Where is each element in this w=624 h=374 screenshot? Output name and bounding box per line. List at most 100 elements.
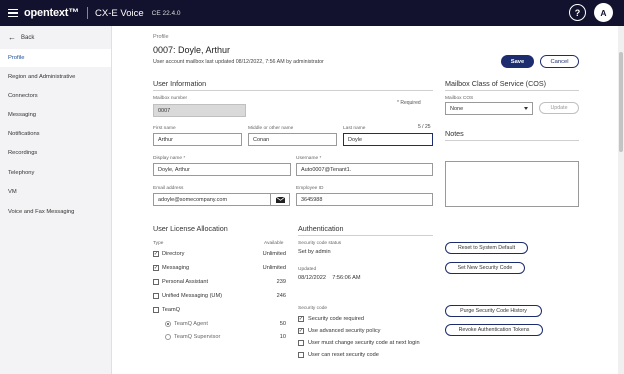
- notes-heading: Notes: [445, 129, 464, 138]
- license-type-header: Type: [153, 241, 164, 246]
- cos-selected-value: None: [450, 105, 464, 112]
- license-available-header: Available: [264, 241, 284, 246]
- last-name-label: Last name: [343, 126, 366, 131]
- dropdown-caret-icon: [524, 107, 528, 110]
- email-label: Email address: [153, 186, 184, 191]
- license-label-directory: Directory: [162, 251, 185, 257]
- purge-history-button[interactable]: Purge Security Code History: [445, 305, 542, 317]
- back-arrow-icon: ←: [8, 33, 16, 42]
- security-status-value: Set by admin: [298, 249, 331, 255]
- first-name-field[interactable]: Arthur: [153, 133, 242, 146]
- sidebar-item-messaging[interactable]: Messaging: [0, 106, 111, 124]
- help-icon[interactable]: ?: [569, 4, 586, 21]
- back-label: Back: [21, 34, 35, 41]
- display-name-field[interactable]: Doyle, Arthur: [153, 163, 291, 176]
- updated-value: 08/12/2022 7:56:06 AM: [298, 275, 361, 281]
- user-reset-code-checkbox[interactable]: [298, 352, 304, 358]
- license-available-personal-assistant: 239: [276, 279, 286, 285]
- page-scrollbar[interactable]: [618, 26, 624, 374]
- sidebar-item-region-admin[interactable]: Region and Administrative: [0, 68, 111, 86]
- security-status-label: Security code status: [298, 241, 342, 246]
- reset-default-button[interactable]: Reset to System Default: [445, 242, 528, 254]
- security-code-required-checkbox[interactable]: ✓: [298, 316, 304, 322]
- display-name-label: Display name *: [153, 156, 186, 161]
- envelope-icon: [275, 196, 285, 203]
- teamq-agent-label: TeamQ Agent: [174, 321, 208, 327]
- section-divider: [153, 90, 433, 91]
- sidebar: ← Back Profile Region and Administrative…: [0, 26, 112, 374]
- security-code-label: Security code: [298, 306, 328, 311]
- first-name-label: First name: [153, 126, 176, 131]
- sidebar-item-recordings[interactable]: Recordings: [0, 144, 111, 162]
- teamq-supervisor-label: TeamQ Supervisor: [174, 334, 221, 340]
- sidebar-item-profile[interactable]: Profile: [0, 49, 111, 67]
- cancel-button[interactable]: Cancel: [540, 55, 579, 68]
- sidebar-item-telephony[interactable]: Telephony: [0, 164, 111, 182]
- license-checkbox-messaging[interactable]: ✓: [153, 265, 159, 271]
- main-content: Profile 0007: Doyle, Arthur User account…: [112, 26, 618, 374]
- license-available-messaging: Unlimited: [262, 265, 286, 271]
- license-checkbox-personal-assistant[interactable]: [153, 279, 159, 285]
- page-subtitle: User account mailbox last updated 08/12/…: [153, 59, 324, 65]
- save-button[interactable]: Save: [501, 55, 534, 68]
- teamq-supervisor-radio[interactable]: [165, 334, 171, 340]
- send-email-button[interactable]: [270, 193, 290, 206]
- section-divider: [298, 235, 433, 236]
- license-label-personal-assistant: Personal Assistant: [162, 279, 209, 285]
- username-label: Username *: [296, 156, 322, 161]
- app-header: opentext™ CX-E Voice CE 22.4.0 ? A: [0, 0, 624, 26]
- advanced-policy-label: Use advanced security policy: [308, 328, 381, 334]
- revoke-tokens-button[interactable]: Revoke Authentication Tokens: [445, 324, 543, 336]
- license-label-teamq: TeamQ: [162, 307, 181, 313]
- cos-heading: Mailbox Class of Service (COS): [445, 79, 547, 88]
- back-link[interactable]: ← Back: [8, 33, 34, 42]
- notes-textarea[interactable]: [445, 161, 579, 207]
- product-version: CE 22.4.0: [151, 9, 181, 17]
- update-cos-button[interactable]: Update: [539, 102, 579, 114]
- change-code-next-login-checkbox[interactable]: [298, 340, 304, 346]
- set-new-code-button[interactable]: Set New Security Code: [445, 262, 525, 274]
- security-code-required-label: Security code required: [308, 316, 364, 322]
- brand-logo: opentext™: [24, 7, 80, 19]
- advanced-policy-checkbox[interactable]: ✓: [298, 328, 304, 334]
- required-note: * Required: [397, 100, 421, 106]
- employee-id-field[interactable]: 3645988: [296, 193, 433, 206]
- license-checkbox-unified-messaging[interactable]: [153, 293, 159, 299]
- license-checkbox-directory[interactable]: ✓: [153, 251, 159, 257]
- username-field[interactable]: Auto0007@Tenant1.: [296, 163, 433, 176]
- change-code-next-login-label: User must change security code at next l…: [308, 340, 420, 346]
- license-label-messaging: Messaging: [162, 265, 190, 271]
- updated-label: Updated: [298, 267, 317, 272]
- user-info-heading: User Information: [153, 79, 207, 88]
- auth-heading: Authentication: [298, 224, 344, 233]
- sidebar-item-connectors[interactable]: Connectors: [0, 87, 111, 105]
- scrollbar-thumb[interactable]: [619, 52, 623, 152]
- product-name: CX-E Voice: [95, 7, 144, 19]
- teamq-agent-radio[interactable]: [165, 321, 171, 327]
- license-available-directory: Unlimited: [262, 251, 286, 257]
- sidebar-item-voice-fax[interactable]: Voice and Fax Messaging: [0, 203, 111, 221]
- hamburger-menu-icon[interactable]: [8, 8, 18, 18]
- teamq-agent-available: 50: [279, 321, 286, 327]
- license-heading: User License Allocation: [153, 224, 228, 233]
- sidebar-item-vm[interactable]: VM: [0, 183, 111, 201]
- middle-name-field[interactable]: Conan: [248, 133, 337, 146]
- cos-select[interactable]: None: [445, 102, 533, 115]
- breadcrumb[interactable]: Profile: [153, 34, 169, 40]
- employee-id-label: Employee ID: [296, 186, 324, 191]
- last-name-counter: 5 / 25: [418, 124, 431, 130]
- teamq-supervisor-available: 10: [279, 334, 286, 340]
- license-checkbox-teamq[interactable]: [153, 307, 159, 313]
- middle-name-label: Middle or other name: [248, 126, 294, 131]
- sidebar-item-notifications[interactable]: Notifications: [0, 125, 111, 143]
- last-name-field[interactable]: Doyle: [343, 133, 433, 146]
- section-divider: [445, 90, 579, 91]
- header-divider: [87, 7, 89, 19]
- user-avatar[interactable]: A: [594, 3, 613, 22]
- user-reset-code-label: User can reset security code: [308, 352, 379, 358]
- email-field[interactable]: adoyle@somecompany.com: [153, 193, 271, 206]
- mailbox-number-label: Mailbox number: [153, 96, 188, 101]
- cos-label: Mailbox COS: [445, 96, 474, 101]
- page-title: 0007: Doyle, Arthur: [153, 45, 231, 55]
- license-label-unified-messaging: Unified Messaging (UM): [162, 293, 222, 299]
